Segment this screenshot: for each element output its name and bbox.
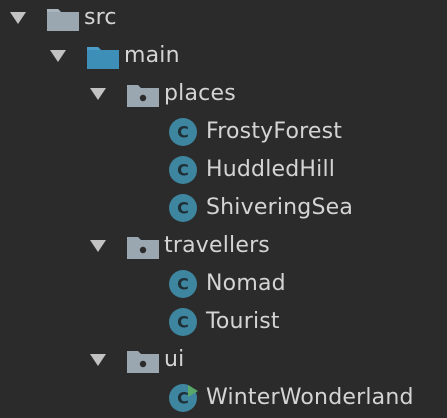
runnable-class-icon: C: [168, 383, 198, 413]
chevron-down-icon[interactable]: [8, 9, 28, 27]
class-icon: C: [168, 193, 198, 223]
svg-text:C: C: [177, 161, 189, 180]
svg-text:C: C: [177, 389, 189, 408]
chevron-down-icon[interactable]: [48, 47, 68, 65]
package-icon: [126, 82, 162, 108]
tree-node-label: places: [164, 81, 236, 106]
source-folder-icon: [86, 44, 122, 70]
package-icon: [126, 234, 162, 260]
tree-node-class[interactable]: C ShiveringSea: [0, 190, 447, 226]
class-icon: C: [168, 155, 198, 185]
tree-node-label: FrostyForest: [206, 119, 343, 144]
chevron-down-icon[interactable]: [88, 351, 108, 369]
project-tree: src main places C FrostyForest C Huddled…: [0, 0, 447, 418]
tree-node-travellers[interactable]: travellers: [0, 228, 447, 264]
class-icon: C: [168, 307, 198, 337]
tree-node-class[interactable]: C HuddledHill: [0, 152, 447, 188]
chevron-down-icon[interactable]: [88, 85, 108, 103]
svg-text:C: C: [177, 275, 189, 294]
package-icon: [126, 348, 162, 374]
tree-node-class[interactable]: C Nomad: [0, 266, 447, 302]
tree-node-class[interactable]: C Tourist: [0, 304, 447, 340]
tree-node-label: src: [84, 5, 117, 30]
tree-node-label: Tourist: [206, 309, 280, 334]
tree-node-ui[interactable]: ui: [0, 342, 447, 378]
svg-text:C: C: [177, 313, 189, 332]
class-icon: C: [168, 269, 198, 299]
tree-node-label: HuddledHill: [206, 157, 336, 182]
svg-text:C: C: [177, 123, 189, 142]
tree-node-label: ShiveringSea: [206, 195, 354, 220]
tree-node-label: main: [124, 43, 180, 68]
tree-node-label: ui: [164, 347, 185, 372]
tree-node-class[interactable]: C FrostyForest: [0, 114, 447, 150]
folder-icon: [46, 6, 82, 32]
tree-node-places[interactable]: places: [0, 76, 447, 112]
tree-node-class[interactable]: C WinterWonderland: [0, 380, 447, 416]
svg-text:C: C: [177, 199, 189, 218]
tree-node-label: travellers: [164, 233, 270, 258]
chevron-down-icon[interactable]: [88, 237, 108, 255]
tree-node-label: Nomad: [206, 271, 286, 296]
tree-node-label: WinterWonderland: [206, 385, 414, 410]
class-icon: C: [168, 117, 198, 147]
tree-node-main[interactable]: main: [0, 38, 447, 74]
tree-node-src[interactable]: src: [0, 0, 447, 36]
